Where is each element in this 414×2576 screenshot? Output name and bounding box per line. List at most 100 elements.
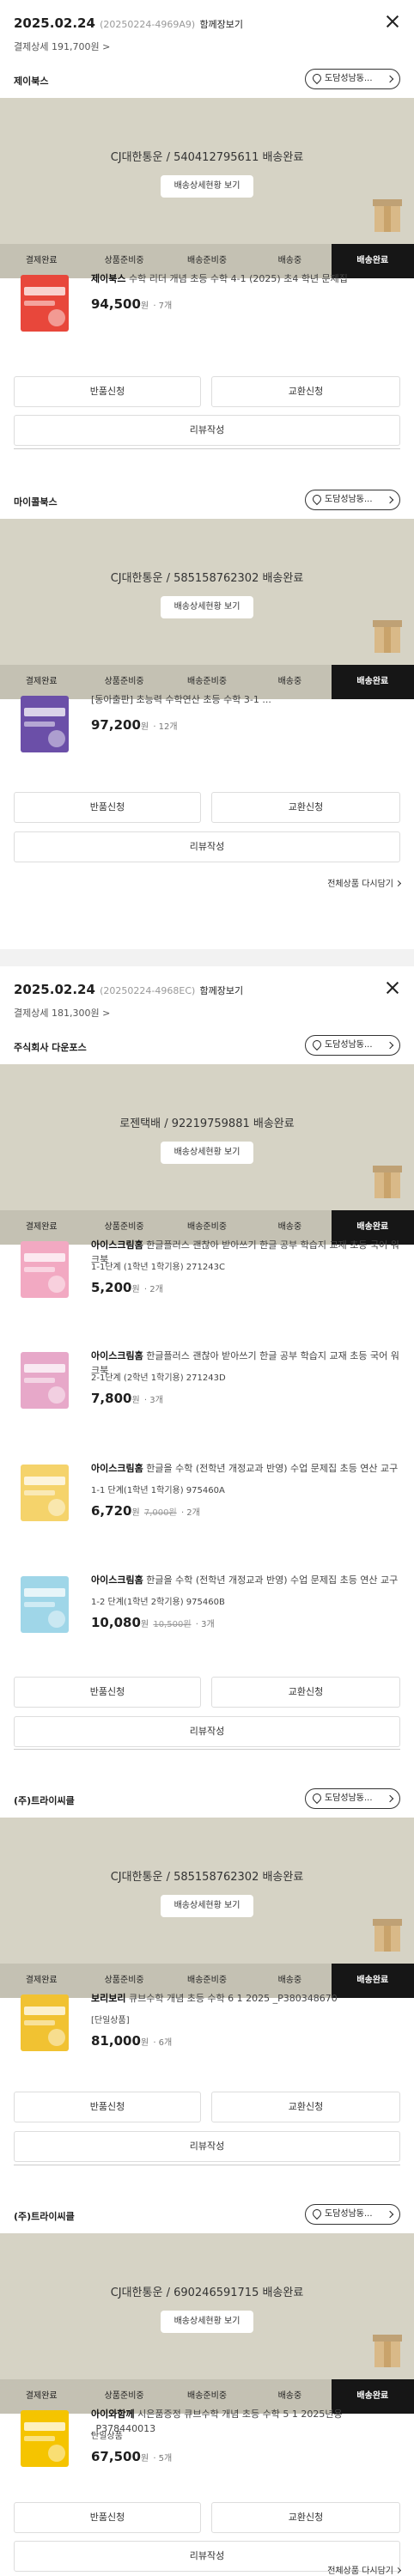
product-price: 94,500원 · 7개 [91,296,172,312]
delivery-panel: CJ대한통운 / 540412795611 배송완료 배송상세현황 보기 결제완료 상… [0,98,414,278]
product-thumbnail[interactable] [14,691,77,756]
review-button[interactable]: 리뷰작성 [14,1716,400,1747]
exchange-button[interactable]: 교환신청 [211,792,400,823]
product-item[interactable]: [동아출판] 초능력 수학연산 초등 수학 3-1 ... 97,200원 · 1… [0,677,414,771]
close-icon[interactable] [385,14,400,29]
store-button[interactable]: 도담성남동... [305,1035,400,1056]
tracking-button[interactable]: 배송상세현황 보기 [161,1142,253,1164]
reorder-all-link[interactable]: 전체상품 다시담기 [327,876,402,889]
seller-name[interactable]: (주)트라이씨클 [14,2209,75,2223]
cart-link[interactable]: 함께장보기 [200,985,244,996]
payment-detail-link[interactable]: 결제상세 181,300원 > [14,1006,110,1020]
product-thumbnail[interactable] [14,1347,77,1412]
chevron-right-icon [386,1041,394,1050]
price-unit: 원 [140,2038,149,2048]
courier-status: CJ대한통운 / 585158762302 배송완료 [110,1871,304,1884]
seller-name[interactable]: (주)트라이씨클 [14,1793,75,1807]
delivery-panel: CJ대한통운 / 585158762302 배송완료 배송상세현황 보기 결제완료 상… [0,1818,414,1998]
review-button[interactable]: 리뷰작성 [14,2131,400,2162]
seller-section: (주)트라이씨클 도담성남동... CJ대한통운 / 690246591715 배송… [0,2195,414,2576]
product-thumbnail[interactable] [14,2405,77,2470]
parcel-box-icon [373,199,402,234]
exchange-button[interactable]: 교환신청 [211,2502,400,2533]
delivery-panel: 로젠택배 / 92219759881 배송완료 배송상세현황 보기 결제완료 상품준비… [0,1064,414,1245]
cart-link[interactable]: 함께장보기 [199,19,243,30]
seller-name[interactable]: 주식회사 다운포스 [14,1040,87,1054]
parcel-box-icon [373,620,402,655]
product-option: 2-1단계 (2학년 1학기용) 271243D [91,1373,226,1383]
chevron-right-icon [386,2210,394,2219]
return-button[interactable]: 반품신청 [14,2092,201,2122]
price-unit: 원 [131,1396,140,1405]
store-button[interactable]: 도담성남동... [305,490,400,510]
reorder-label: 전체상품 다시담기 [327,2567,393,2576]
order-date: 2025.02.24 (20250224-4968EC) 함께장보기 [14,982,243,997]
product-name[interactable]: [동아출판] 초능력 수학연산 초등 수학 3-1 ... [91,692,400,707]
product-option: 1-1 단계(1학년 1학기용) 975460A [91,1486,225,1495]
order-number: (20250224-4969A9) [100,19,196,30]
return-button[interactable]: 반품신청 [14,376,201,407]
product-price: 6,720원 7,000원 · 2개 [91,1503,200,1519]
price-value: 94,500 [91,296,141,312]
reorder-all-link[interactable]: 전체상품 다시담기 [327,2563,402,2576]
section-divider [14,448,400,449]
product-name[interactable]: 아이스크림홈 한글을 수학 (전학년 개정교과 반영) 수업 문제집 초등 연산… [91,1573,400,1587]
price-unit: 원 [131,1508,140,1518]
courier-status: CJ대한통운 / 585158762302 배송완료 [110,572,304,585]
return-button[interactable]: 반품신청 [14,2502,201,2533]
product-price: 7,800원 · 3개 [91,1391,163,1406]
store-button[interactable]: 도담성남동... [305,69,400,89]
review-button[interactable]: 리뷰작성 [14,831,400,862]
price-unit: 원 [140,722,149,732]
product-option: 1-2 단계(1학년 2학기용) 975460B [91,1598,225,1607]
product-item[interactable]: 아이스크림홈 한글플러스 괜찮아 받아쓰기 한글 공부 학습지 교재 초등 국어… [0,1222,414,1332]
price-unit: 원 [140,301,149,311]
tracking-button[interactable]: 배송상세현황 보기 [161,596,253,618]
product-name[interactable]: 보리보리 큐브수학 개념 초등 수학 6 1 2025 _P380348670 [91,1991,400,2006]
product-name[interactable]: 아이와함께 시은품증정 큐브수학 개념 초등 수학 5 1 2025년용 _P3… [91,2407,400,2436]
product-item[interactable]: 아이스크림홈 한글을 수학 (전학년 개정교과 반영) 수업 문제집 초등 연산… [0,1557,414,1669]
product-price: 97,200원 · 12개 [91,717,178,733]
exchange-button[interactable]: 교환신청 [211,2092,400,2122]
product-item[interactable]: 제이북스 수학 리더 개념 초등 수학 4-1 (2025) 초4 학년 문제집… [0,256,414,350]
product-item[interactable]: 아이와함께 시은품증정 큐브수학 개념 초등 수학 5 1 2025년용 _P3… [0,2391,414,2494]
store-label: 도담성남동... [325,74,373,83]
store-button[interactable]: 도담성남동... [305,1788,400,1809]
exchange-button[interactable]: 교환신청 [211,376,400,407]
courier-status: CJ대한통운 / 540412795611 배송완료 [110,151,304,164]
product-thumbnail[interactable] [14,1236,77,1301]
product-thumbnail[interactable] [14,1989,77,2055]
location-pin-icon [310,492,324,506]
review-button[interactable]: 리뷰작성 [14,415,400,446]
close-icon[interactable] [385,980,400,996]
product-title: 한글을 수학 (전학년 개정교과 반영) 수업 문제집 초등 연산 교구 [146,1463,399,1474]
product-item[interactable]: 아이스크림홈 한글을 수학 (전학년 개정교과 반영) 수업 문제집 초등 연산… [0,1446,414,1557]
product-item[interactable]: 보리보리 큐브수학 개념 초등 수학 6 1 2025 _P380348670 [… [0,1976,414,2087]
courier-status: 로젠택배 / 92219759881 배송완료 [119,1117,295,1130]
product-item[interactable]: 아이스크림홈 한글플러스 괜찮아 받아쓰기 한글 공부 학습지 교재 초등 국어… [0,1333,414,1445]
store-label: 도담성남동... [325,495,373,504]
tracking-button[interactable]: 배송상세현황 보기 [161,1895,253,1917]
product-thumbnail[interactable] [14,270,77,335]
seller-row: 주식회사 다운포스 도담성남동... [0,1026,414,1064]
return-button[interactable]: 반품신청 [14,1677,201,1708]
product-name[interactable]: 아이스크림홈 한글을 수학 (전학년 개정교과 반영) 수업 문제집 초등 연산… [91,1461,400,1476]
price-unit: 원 [140,1620,149,1629]
return-button[interactable]: 반품신청 [14,792,201,823]
product-thumbnail[interactable] [14,1571,77,1636]
payment-detail-link[interactable]: 결제상세 191,700원 > [14,40,110,53]
product-brand: 제이북스 [91,273,126,284]
product-thumbnail[interactable] [14,1459,77,1525]
price-unit: 원 [140,2454,149,2463]
product-brand: 아이스크림홈 [91,1239,143,1251]
seller-name[interactable]: 제이북스 [14,74,48,88]
product-option: 단일상품 [91,2432,123,2441]
store-button[interactable]: 도담성남동... [305,2204,400,2225]
exchange-button[interactable]: 교환신청 [211,1677,400,1708]
product-price: 5,200원 · 2개 [91,1280,163,1295]
chevron-right-icon [394,880,402,887]
product-name[interactable]: 제이북스 수학 리더 개념 초등 수학 4-1 (2025) 초4 학년 문제집 [91,271,400,286]
seller-name[interactable]: 마이콜북스 [14,495,58,509]
tracking-button[interactable]: 배송상세현황 보기 [161,175,253,198]
tracking-button[interactable]: 배송상세현황 보기 [161,2311,253,2333]
